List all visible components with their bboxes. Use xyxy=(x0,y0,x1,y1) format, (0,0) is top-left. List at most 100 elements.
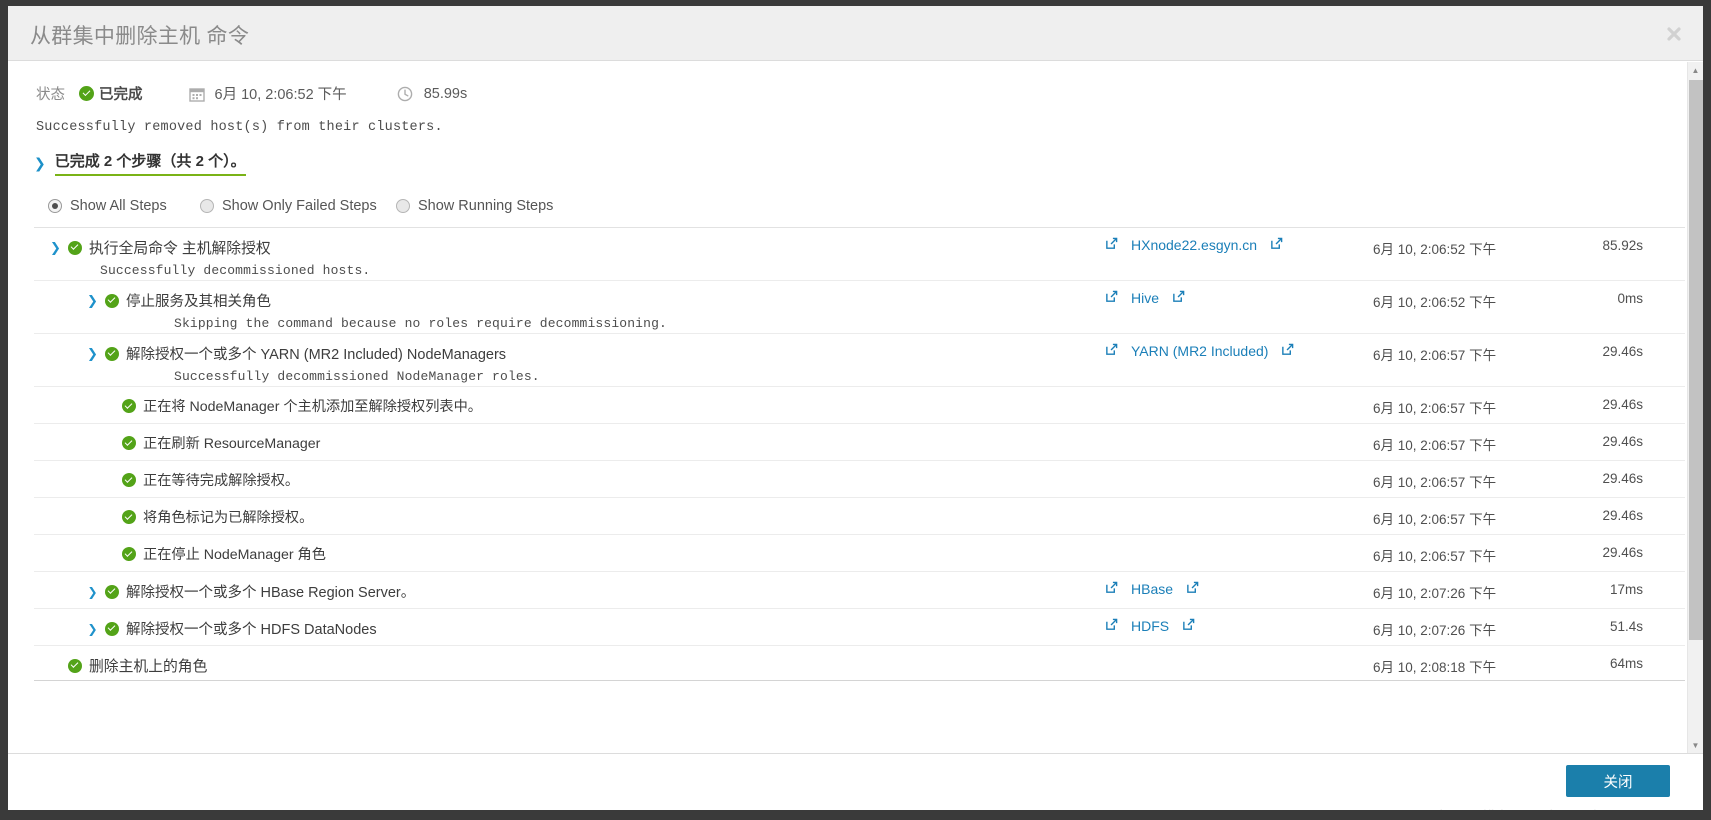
step-message: Successfully decommissioned hosts. xyxy=(100,263,371,278)
status-badge: 已完成 xyxy=(79,83,143,104)
close-button[interactable]: 关闭 xyxy=(1566,765,1670,797)
step-duration: 0ms xyxy=(1617,291,1643,306)
scroll-up-icon[interactable]: ▲ xyxy=(1688,62,1703,78)
external-link-icon[interactable] xyxy=(1105,343,1118,359)
scroll-down-icon[interactable]: ▼ xyxy=(1688,737,1703,753)
steps-table: ❯ 执行全局命令 主机解除授权 Successfully decommissio… xyxy=(34,227,1685,681)
step-time: 6月 10, 2:06:57 下午 xyxy=(1373,401,1497,416)
step-time: 6月 10, 2:06:57 下午 xyxy=(1373,475,1497,490)
step-name: 将角色标记为已解除授权。 xyxy=(143,510,314,526)
step-time: 6月 10, 2:06:57 下午 xyxy=(1373,348,1497,363)
step-time: 6月 10, 2:07:26 下午 xyxy=(1373,586,1497,601)
clock-icon xyxy=(397,86,412,101)
table-row[interactable]: 正在刷新 ResourceManager 6月 10, 2:06:57 下午 2… xyxy=(34,424,1685,461)
step-duration: 29.46s xyxy=(1602,434,1643,449)
step-name: 停止服务及其相关角色 xyxy=(126,294,271,310)
chevron-down-icon[interactable]: ❯ xyxy=(34,156,46,170)
step-link-cell: HXnode22.esgyn.cn xyxy=(1103,228,1373,253)
table-row[interactable]: ❯ 停止服务及其相关角色 Skipping the command becaus… xyxy=(34,281,1685,334)
external-link-icon[interactable] xyxy=(1281,343,1294,359)
external-link-icon[interactable] xyxy=(1105,581,1118,597)
radio-icon[interactable] xyxy=(396,199,410,213)
table-row[interactable]: ❯ 解除授权一个或多个 YARN (MR2 Included) NodeMana… xyxy=(34,334,1685,387)
check-circle-icon xyxy=(122,510,136,524)
chevron-right-icon[interactable]: ❯ xyxy=(87,586,98,598)
scrollbar-thumb[interactable] xyxy=(1689,80,1703,640)
step-target-link[interactable]: HXnode22.esgyn.cn xyxy=(1131,237,1257,253)
table-row[interactable]: 正在等待完成解除授权。 6月 10, 2:06:57 下午 29.46s xyxy=(34,461,1685,498)
step-name-cell: ❯ 执行全局命令 主机解除授权 Successfully decommissio… xyxy=(34,228,1103,278)
step-duration: 85.92s xyxy=(1602,238,1643,253)
step-time: 6月 10, 2:08:18 下午 xyxy=(1373,660,1497,675)
table-row[interactable]: ❯ 解除授权一个或多个 HBase Region Server。 HBase 6… xyxy=(34,572,1685,609)
chevron-down-icon[interactable]: ❯ xyxy=(50,241,61,254)
check-circle-icon xyxy=(79,86,94,101)
filter-label: Show All Steps xyxy=(70,198,167,214)
external-link-icon[interactable] xyxy=(1105,290,1118,306)
table-row[interactable]: ❯ 解除授权一个或多个 HDFS DataNodes HDFS 6月 10, 2… xyxy=(34,609,1685,646)
step-time: 6月 10, 2:06:52 下午 xyxy=(1373,295,1497,310)
step-link-cell xyxy=(1103,424,1373,433)
step-link-cell xyxy=(1103,646,1373,655)
steps-summary-label: 已完成 2 个步骤（共 2 个）。 xyxy=(54,150,246,176)
step-link-cell xyxy=(1103,498,1373,507)
step-target-link[interactable]: Hive xyxy=(1131,290,1159,306)
table-row[interactable]: 将角色标记为已解除授权。 6月 10, 2:06:57 下午 29.46s xyxy=(34,498,1685,535)
step-duration: 29.46s xyxy=(1602,545,1643,560)
external-link-icon[interactable] xyxy=(1172,290,1185,306)
external-link-icon[interactable] xyxy=(1105,618,1118,634)
check-circle-icon xyxy=(122,436,136,450)
chevron-down-icon[interactable]: ❯ xyxy=(87,294,98,307)
calendar-icon xyxy=(188,87,205,102)
step-target-link[interactable]: HBase xyxy=(1131,581,1173,597)
start-time-value: 6月 10, 2:06:52 下午 xyxy=(214,87,347,103)
external-link-icon[interactable] xyxy=(1182,618,1195,634)
step-name-cell: 正在等待完成解除授权。 xyxy=(34,461,1103,490)
table-row[interactable]: 删除主机上的角色 6月 10, 2:08:18 下午 64ms xyxy=(34,646,1685,680)
step-name: 删除主机上的角色 xyxy=(89,659,208,675)
table-row[interactable]: 正在将 NodeManager 个主机添加至解除授权列表中。 6月 10, 2:… xyxy=(34,387,1685,424)
filter-show-running-steps[interactable]: Show Running Steps xyxy=(396,198,553,214)
step-link-cell xyxy=(1103,387,1373,396)
step-name: 解除授权一个或多个 HBase Region Server。 xyxy=(126,585,416,601)
step-name: 解除授权一个或多个 YARN (MR2 Included) NodeManage… xyxy=(126,347,507,363)
step-filter-group: Show All Steps Show Only Failed Steps Sh… xyxy=(48,198,1703,214)
step-target-link[interactable]: HDFS xyxy=(1131,618,1169,634)
watermark: https://blog.csdn.net/Post_Yuan xyxy=(1440,808,1677,810)
close-icon[interactable] xyxy=(1663,23,1685,45)
chevron-right-icon[interactable]: ❯ xyxy=(87,623,98,635)
step-message: Successfully decommissioned NodeManager … xyxy=(174,369,540,384)
check-circle-icon xyxy=(122,547,136,561)
radio-icon[interactable] xyxy=(48,199,62,213)
table-row[interactable]: 正在停止 NodeManager 角色 6月 10, 2:06:57 下午 29… xyxy=(34,535,1685,572)
status-value: 已完成 xyxy=(99,87,143,103)
dialog-header: 从群集中删除主机 命令 xyxy=(8,6,1703,61)
check-circle-icon xyxy=(105,621,119,636)
external-link-icon[interactable] xyxy=(1270,237,1283,253)
check-circle-icon xyxy=(122,399,136,413)
table-row[interactable]: ❯ 执行全局命令 主机解除授权 Successfully decommissio… xyxy=(34,228,1685,281)
step-name: 执行全局命令 主机解除授权 xyxy=(89,241,271,257)
step-name-cell: ❯ 解除授权一个或多个 YARN (MR2 Included) NodeMana… xyxy=(34,334,1103,384)
step-message: Skipping the command because no roles re… xyxy=(174,316,667,331)
screen: 从群集中删除主机 命令 状态 已完成 6月 10, 2:06:52 下午 85.… xyxy=(0,0,1711,820)
dialog-title: 从群集中删除主机 命令 xyxy=(30,25,250,48)
step-duration: 29.46s xyxy=(1602,508,1643,523)
step-duration: 51.4s xyxy=(1609,619,1643,634)
check-circle-icon xyxy=(68,658,82,673)
radio-icon[interactable] xyxy=(200,199,214,213)
step-time: 6月 10, 2:06:57 下午 xyxy=(1373,438,1497,453)
vertical-scrollbar[interactable]: ▲ ▼ xyxy=(1687,62,1703,753)
filter-show-failed-steps[interactable]: Show Only Failed Steps xyxy=(200,198,396,214)
chevron-down-icon[interactable]: ❯ xyxy=(87,347,98,360)
step-duration: 29.46s xyxy=(1602,344,1643,359)
external-link-icon[interactable] xyxy=(1105,237,1118,253)
external-link-icon[interactable] xyxy=(1186,581,1199,597)
command-details-dialog: 从群集中删除主机 命令 状态 已完成 6月 10, 2:06:52 下午 85.… xyxy=(8,6,1703,810)
step-duration: 17ms xyxy=(1609,582,1643,597)
step-name-cell: ❯ 停止服务及其相关角色 Skipping the command becaus… xyxy=(34,281,1103,331)
filter-show-all-steps[interactable]: Show All Steps xyxy=(48,198,200,214)
step-target-link[interactable]: YARN (MR2 Included) xyxy=(1131,343,1268,359)
step-name-cell: 将角色标记为已解除授权。 xyxy=(34,498,1103,527)
steps-summary-toggle[interactable]: ❯ 已完成 2 个步骤（共 2 个）。 xyxy=(34,150,1703,176)
